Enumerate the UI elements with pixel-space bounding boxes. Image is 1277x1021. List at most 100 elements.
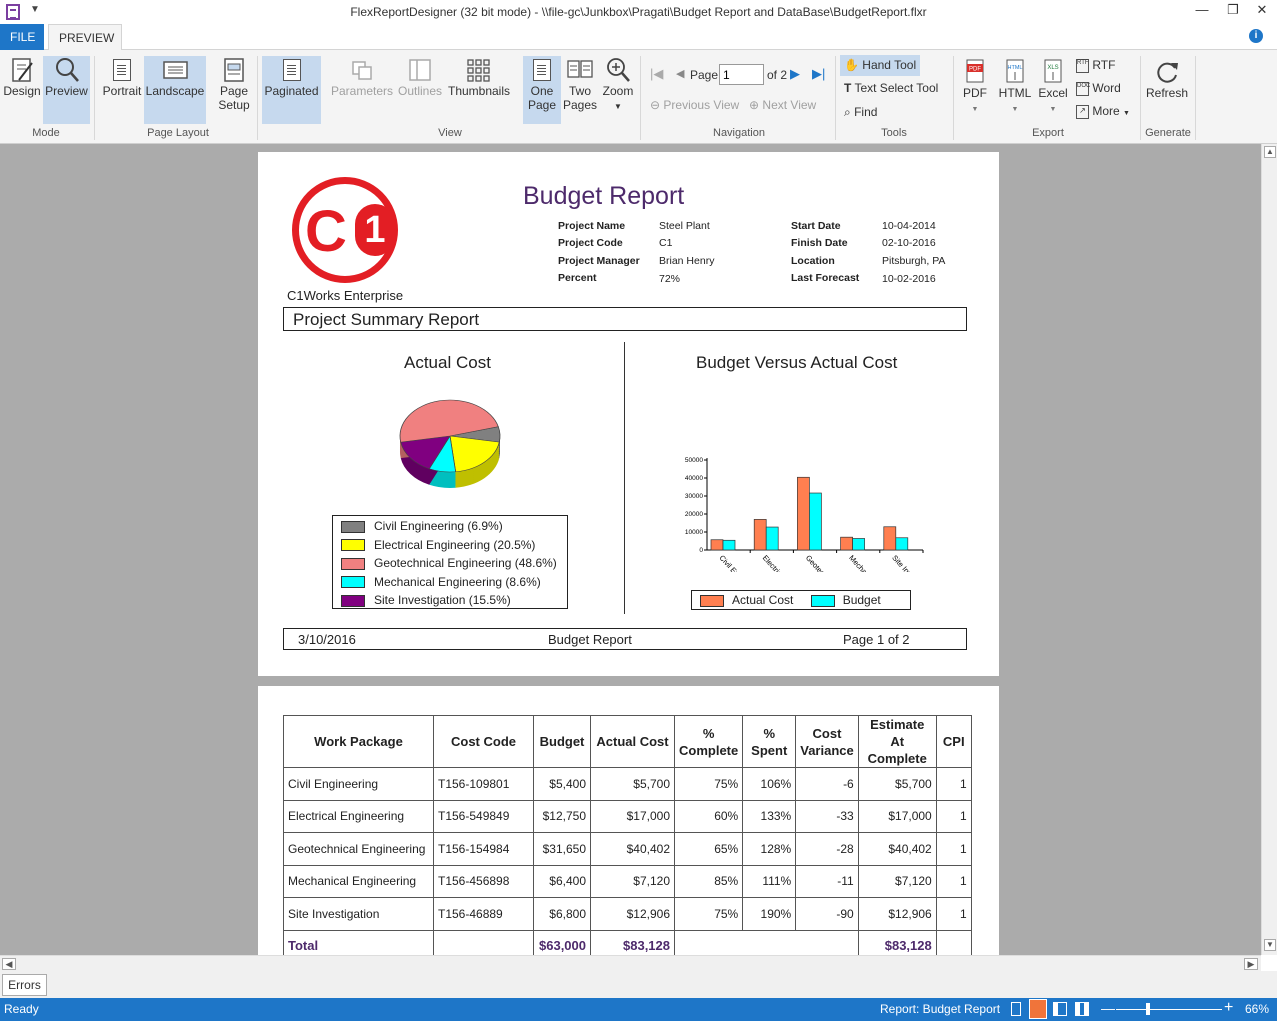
html-export-button[interactable]: HTML HTML ▼ <box>996 58 1034 124</box>
previous-page-icon[interactable]: ◀ <box>676 67 684 80</box>
text-select-tool-button[interactable]: T Text Select Tool <box>844 81 938 95</box>
title-bar: ▼ FlexReportDesigner (32 bit mode) - \\f… <box>0 0 1277 24</box>
pdf-export-button[interactable]: PDF PDF ▼ <box>960 58 990 124</box>
page-footer: 3/10/2016 Budget Report Page 1 of 2 <box>283 628 967 650</box>
x-tick-label: Civil Engineering <box>718 553 762 572</box>
zoom-button[interactable]: Zoom ▼ <box>600 56 636 124</box>
page-label: Page <box>690 68 719 82</box>
restore-button[interactable]: ❐ <box>1218 2 1248 22</box>
word-export-button[interactable]: DOC Word <box>1076 81 1121 96</box>
legend-swatch <box>341 557 365 570</box>
page-setup-button[interactable]: Page Setup <box>212 56 256 124</box>
refresh-button[interactable]: Refresh <box>1144 58 1190 124</box>
next-page-icon[interactable]: ▶ <box>790 66 800 82</box>
page-number-input[interactable] <box>719 64 764 85</box>
column-header: Budget <box>533 715 591 768</box>
table-cell: 1 <box>935 832 972 866</box>
outlines-icon <box>407 56 433 84</box>
y-tick-label: 20000 <box>685 511 703 518</box>
horizontal-scrollbar[interactable]: ◀ ▶ <box>0 955 1261 971</box>
html-icon: HTML <box>1002 58 1028 86</box>
two-pages-icon <box>567 56 593 84</box>
report-page-1: C 1 C1Works Enterprise Budget Report Pro… <box>258 152 999 676</box>
previous-view-button[interactable]: ⊖ Previous View <box>650 98 739 112</box>
group-view-label: View <box>438 127 462 139</box>
paginated-label: Paginated <box>264 84 319 98</box>
status-ready: Ready <box>4 1002 39 1016</box>
legend-swatch <box>700 594 724 607</box>
more-icon: ↗ <box>1076 104 1089 119</box>
status-report-name: Report: Budget Report <box>880 1002 1001 1016</box>
excel-export-button[interactable]: XLS Excel ▼ <box>1037 58 1069 124</box>
table-total-row: Total $63,000 $83,128 $83,128 <box>283 929 972 955</box>
info-label: Percent <box>558 272 597 284</box>
group-generate-label: Generate <box>1145 127 1191 139</box>
y-tick-label: 10000 <box>685 529 703 536</box>
paginated-button[interactable]: Paginated <box>262 56 321 124</box>
next-view-button[interactable]: ⊕ Next View <box>749 98 816 112</box>
zoom-slider-thumb[interactable] <box>1146 1003 1150 1015</box>
page-setup-label-1: Page <box>219 84 249 98</box>
design-button[interactable]: Design <box>2 56 42 124</box>
zoom-slider-track[interactable] <box>1116 1009 1222 1010</box>
scroll-left-icon[interactable]: ◀ <box>2 958 16 970</box>
minimize-button[interactable]: — <box>1187 2 1217 22</box>
table-row: Site Investigation T156-46889 $6,800 $12,90… <box>283 897 972 931</box>
tab-file[interactable]: FILE <box>0 24 44 50</box>
landscape-page-icon <box>162 56 188 84</box>
errors-tab[interactable]: Errors <box>2 974 47 996</box>
one-page-button[interactable]: One Page <box>523 56 561 124</box>
preview-button[interactable]: Preview <box>43 56 90 124</box>
scroll-down-icon[interactable]: ▼ <box>1264 939 1276 951</box>
outlines-button[interactable]: Outlines <box>396 56 444 124</box>
rtf-export-button[interactable]: RTF RTF <box>1076 58 1115 73</box>
table-cell: 75% <box>673 897 744 931</box>
two-page-view-icon[interactable] <box>1053 1002 1067 1016</box>
vertical-scrollbar[interactable]: ▲ ▼ <box>1261 144 1277 955</box>
legend-label: Geotechnical Engineering (48.6%) <box>374 556 557 570</box>
portrait-button[interactable]: Portrait <box>100 56 144 124</box>
two-pages-button[interactable]: Two Pages <box>562 56 598 124</box>
find-button[interactable]: ⌕ Find <box>844 105 877 120</box>
refresh-label: Refresh <box>1145 86 1189 100</box>
bar <box>883 526 897 551</box>
next-view-icon: ⊕ <box>749 98 760 112</box>
landscape-button[interactable]: Landscape <box>144 56 206 124</box>
last-page-icon[interactable]: ▶| <box>812 66 825 82</box>
close-button[interactable]: ✕ <box>1247 2 1277 22</box>
zoom-out-icon[interactable]: — <box>1101 1000 1115 1016</box>
legend-label: Civil Engineering (6.9%) <box>374 519 503 533</box>
column-header: Cost Code <box>433 715 534 768</box>
scroll-up-icon[interactable]: ▲ <box>1264 146 1276 158</box>
parameters-button[interactable]: Parameters <box>330 56 394 124</box>
column-header: % Complete <box>673 715 744 768</box>
info-label: Location <box>791 255 835 267</box>
preview-area[interactable]: C 1 C1Works Enterprise Budget Report Pro… <box>0 144 1261 955</box>
thumbnails-button[interactable]: Thumbnails <box>446 56 512 124</box>
tab-preview[interactable]: PREVIEW <box>48 24 122 50</box>
legend-swatch <box>341 576 365 589</box>
continuous-view-icon[interactable] <box>1029 999 1047 1019</box>
project-summary-header: Project Summary Report <box>283 307 967 331</box>
table-cell: 60% <box>673 799 744 833</box>
scroll-right-icon[interactable]: ▶ <box>1244 958 1258 970</box>
zoom-dropdown-icon: ▼ <box>614 102 622 111</box>
table-cell: Electrical Engineering <box>283 799 434 833</box>
hand-tool-button[interactable]: ✋ Hand Tool <box>840 55 920 76</box>
more-export-button[interactable]: ↗ More ▼ <box>1076 104 1130 119</box>
single-page-view-icon[interactable] <box>1011 1002 1021 1016</box>
page-setup-label-2: Setup <box>218 98 250 112</box>
zoom-label: Zoom <box>602 84 634 98</box>
table-cell: Site Investigation <box>283 897 434 931</box>
legend-item: Civil Engineering (6.9%) <box>333 517 567 536</box>
total-actual-cost: $83,128 <box>590 929 675 955</box>
page-count-label: of 2 <box>767 68 788 82</box>
y-tick-label: 50000 <box>685 457 703 464</box>
help-icon[interactable]: i <box>1249 29 1263 43</box>
word-label: Word <box>1092 81 1121 95</box>
zoom-in-icon[interactable]: + <box>1224 999 1233 1017</box>
thumbnail-view-icon[interactable] <box>1075 1002 1089 1016</box>
first-page-icon[interactable]: |◀ <box>650 66 663 82</box>
table-header-row: Work Package Cost Code Budget Actual Cos… <box>283 715 972 768</box>
landscape-label: Landscape <box>145 84 205 98</box>
